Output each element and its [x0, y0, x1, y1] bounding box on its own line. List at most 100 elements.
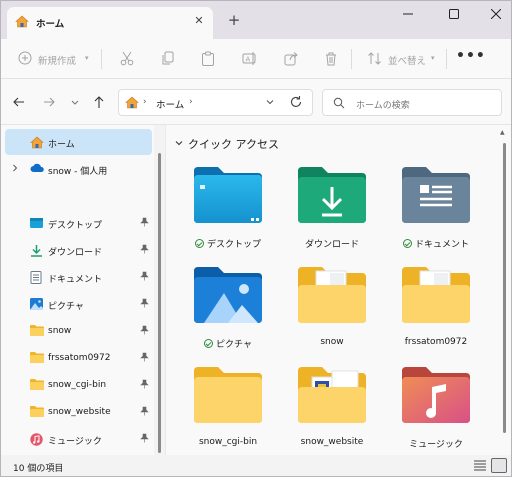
separator — [351, 49, 352, 69]
back-arrow-icon[interactable] — [12, 95, 28, 111]
sidebar-scrollbar[interactable] — [154, 125, 165, 455]
sidebar-item-label: snow - 個人用 — [48, 167, 108, 177]
pin-icon — [140, 406, 149, 419]
search-box[interactable]: ホームの検索 — [322, 89, 502, 116]
close-icon — [491, 9, 501, 19]
content-scrollbar[interactable]: ▲ — [497, 125, 511, 455]
tile-documents[interactable]: ドキュメント — [388, 165, 484, 261]
folder-icon — [194, 367, 262, 423]
expand-chevron-icon[interactable] — [11, 164, 19, 174]
pin-icon — [140, 271, 149, 284]
address-bar[interactable]: › ホーム › — [118, 89, 313, 116]
forward-arrow-icon[interactable] — [42, 95, 58, 111]
breadcrumb-separator[interactable]: › — [143, 97, 147, 107]
tile-label: ピクチャ — [180, 337, 276, 350]
scrollbar-thumb[interactable] — [503, 143, 506, 433]
sidebar-item-label: ドキュメント — [48, 275, 103, 285]
tile-label: ドキュメント — [388, 237, 484, 250]
cut-icon[interactable] — [120, 51, 134, 67]
downloads-folder-icon — [298, 167, 366, 223]
close-tab-icon[interactable]: ✕ — [190, 12, 208, 30]
pictures-folder-icon — [194, 267, 262, 323]
sidebar-item-onedrive[interactable]: snow - 個人用 — [5, 156, 152, 182]
sidebar-item-snow-website[interactable]: snow_website — [5, 399, 152, 425]
pin-icon — [140, 298, 149, 311]
new-plus-icon — [18, 51, 32, 67]
pin-icon — [140, 379, 149, 392]
share-icon[interactable] — [284, 51, 299, 67]
section-title[interactable]: クイック アクセス — [188, 136, 279, 152]
tile-pictures[interactable]: ピクチャ — [180, 265, 276, 361]
sidebar-item-desktop[interactable]: デスクトップ — [5, 210, 152, 236]
sidebar-item-downloads[interactable]: ダウンロード — [5, 237, 152, 263]
copy-icon[interactable] — [161, 51, 175, 67]
title-bar: ホーム ✕ + — [1, 1, 511, 39]
sort-button[interactable]: 並べ替え — [388, 53, 426, 67]
tile-snow[interactable]: snow — [284, 265, 380, 361]
sidebar-item-label: ピクチャ — [48, 302, 84, 312]
paste-icon[interactable] — [201, 51, 215, 67]
sidebar-item-frssatom0972[interactable]: frssatom0972 — [5, 345, 152, 371]
minimize-icon — [403, 13, 413, 15]
folder-icon — [30, 352, 44, 364]
tile-label: frssatom0972 — [404, 337, 468, 347]
sidebar-item-label: snow — [48, 326, 72, 336]
sidebar-item-home[interactable]: ホーム — [5, 129, 152, 155]
sidebar-item-documents[interactable]: ドキュメント — [5, 264, 152, 290]
sidebar-item-pictures[interactable]: ピクチャ — [5, 291, 152, 317]
tile-label: ダウンロード — [304, 240, 359, 250]
tile-label: デスクトップ — [180, 237, 276, 250]
tile-snow-cgi-bin[interactable]: snow_cgi-bin — [180, 365, 276, 455]
tile-desktop[interactable]: デスクトップ — [180, 165, 276, 261]
sidebar-item-label: ダウンロード — [48, 248, 103, 258]
breadcrumb-separator[interactable]: › — [189, 97, 193, 107]
details-view-icon[interactable] — [473, 459, 487, 472]
delete-icon[interactable] — [324, 51, 338, 67]
sidebar-item-label: デスクトップ — [48, 221, 103, 231]
collapse-chevron-icon[interactable] — [174, 138, 184, 151]
document-icon — [30, 271, 43, 284]
folder-icon — [298, 267, 366, 323]
breadcrumb-home[interactable]: ホーム — [156, 97, 184, 111]
tiles-view-icon[interactable] — [491, 458, 507, 473]
tab-title: ホーム — [36, 19, 65, 30]
content-pane: クイック アクセス デスクトップ ダウンロード ドキュメント ピクチャ snow… — [165, 125, 497, 455]
separator — [446, 49, 447, 69]
sidebar-item-snow[interactable]: snow — [5, 318, 152, 344]
folder-icon — [298, 367, 366, 423]
tile-frssatom0972[interactable]: frssatom0972 — [388, 265, 484, 361]
onedrive-icon — [30, 163, 44, 175]
refresh-icon[interactable] — [289, 95, 303, 112]
folder-icon — [30, 406, 44, 418]
desktop-icon — [30, 217, 43, 229]
sidebar-item-label: ミュージック — [48, 437, 102, 447]
new-button[interactable]: 新規作成 — [38, 53, 76, 67]
sync-status-icon — [402, 239, 412, 248]
status-bar: 10 個の項目 — [1, 455, 511, 476]
tile-snow-website[interactable]: snow_website — [284, 365, 380, 455]
tile-music[interactable]: ミュージック — [388, 365, 484, 455]
pin-icon — [140, 433, 149, 446]
address-dropdown-icon[interactable] — [265, 97, 275, 109]
svg-text:A: A — [246, 56, 251, 64]
minimize-button[interactable] — [391, 1, 425, 27]
sidebar-item-snow-cgi-bin[interactable]: snow_cgi-bin — [5, 372, 152, 398]
scrollbar-thumb[interactable] — [158, 153, 161, 453]
tile-downloads[interactable]: ダウンロード — [284, 165, 380, 261]
recent-chevron-icon[interactable] — [68, 95, 84, 111]
new-tab-button[interactable]: + — [226, 13, 242, 29]
sidebar-item-label: frssatom0972 — [48, 353, 111, 363]
rename-icon[interactable]: A — [242, 51, 257, 67]
sidebar-item-music[interactable]: ミュージック — [5, 426, 152, 452]
search-input[interactable]: ホームの検索 — [356, 98, 410, 111]
more-options-button[interactable]: ••• — [456, 49, 485, 69]
sync-status-icon — [194, 239, 204, 248]
maximize-button[interactable] — [437, 1, 471, 27]
sort-chevron-icon: ▾ — [431, 54, 435, 62]
tab-home[interactable]: ホーム ✕ — [7, 7, 213, 39]
close-window-button[interactable] — [479, 1, 512, 27]
folder-icon — [402, 267, 470, 323]
up-arrow-icon[interactable] — [92, 95, 108, 111]
scroll-up-icon[interactable]: ▲ — [500, 129, 505, 136]
maximize-icon — [449, 9, 459, 19]
